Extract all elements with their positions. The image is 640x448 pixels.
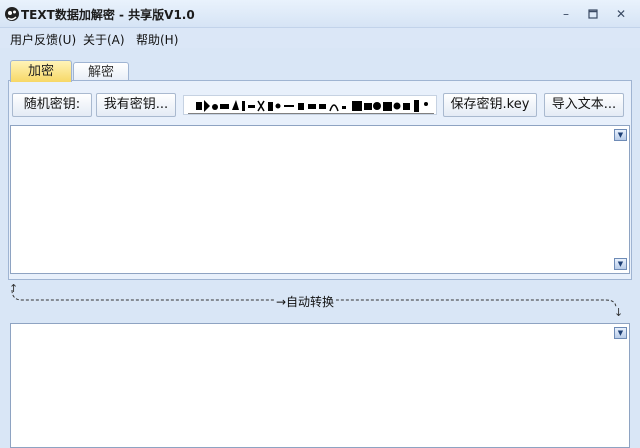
auto-convert-label[interactable]: →自动转换 bbox=[274, 293, 337, 310]
menu-user-feedback[interactable]: 用户反馈(U) bbox=[10, 31, 76, 48]
menu-about[interactable]: 关于(A) bbox=[83, 31, 125, 48]
save-key-button[interactable]: 保存密钥.key bbox=[443, 93, 537, 117]
close-icon[interactable]: ✕ bbox=[610, 6, 632, 22]
scroll-up-icon[interactable]: ▼ bbox=[614, 129, 627, 141]
tab-decrypt[interactable]: 解密 bbox=[73, 62, 129, 82]
minimize-icon[interactable]: – bbox=[555, 6, 577, 22]
menu-bar: 用户反馈(U) 关于(A) 帮助(H) bbox=[0, 28, 640, 48]
scroll-up-icon[interactable]: ▼ bbox=[614, 327, 627, 339]
random-key-button[interactable]: 随机密钥: bbox=[12, 93, 92, 117]
key-pattern-display bbox=[183, 95, 437, 115]
key-glyphs bbox=[188, 100, 434, 114]
menu-help[interactable]: 帮助(H) bbox=[136, 31, 178, 48]
have-key-button[interactable]: 我有密钥... bbox=[96, 93, 176, 117]
tab-encrypt[interactable]: 加密 bbox=[10, 60, 72, 82]
title-bar[interactable]: TEXT数据加解密 - 共享版V1.0 – ✕ bbox=[0, 0, 640, 28]
curve-down-arrow-icon: ↓ bbox=[614, 306, 624, 319]
auto-convert-row: ↑ ↓ →自动转换 bbox=[0, 282, 640, 322]
import-text-button[interactable]: 导入文本... bbox=[544, 93, 624, 117]
maximize-icon[interactable] bbox=[582, 6, 604, 22]
ciphertext-output[interactable]: ▼ bbox=[10, 323, 630, 448]
plaintext-input[interactable]: ▼ ▼ bbox=[10, 125, 630, 274]
window-title: TEXT数据加解密 - 共享版V1.0 bbox=[21, 8, 195, 22]
scroll-down-icon[interactable]: ▼ bbox=[614, 258, 627, 270]
app-logo-icon bbox=[5, 7, 19, 21]
key-toolbar: 随机密钥: 我有密钥... 保存密钥.key 导入文本... bbox=[10, 93, 630, 119]
